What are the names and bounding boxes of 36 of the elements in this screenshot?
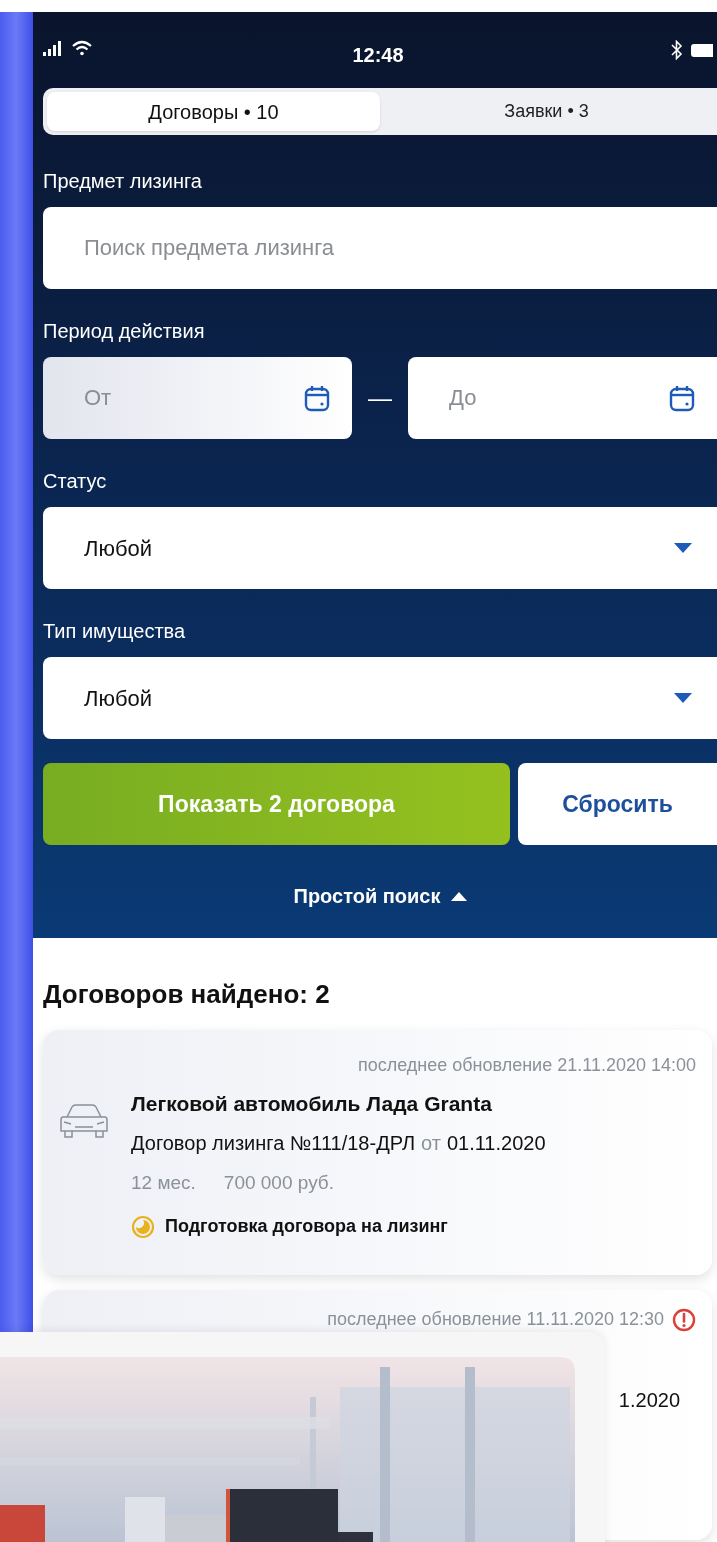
field-label: Статус xyxy=(43,469,108,493)
vehicle-title: Легковой автомобиль Лада Granta xyxy=(131,1091,493,1117)
tab[interactable]: Договоры • 10 xyxy=(47,92,380,131)
pending-status-icon xyxy=(131,1214,155,1239)
lease-term: 12 мес. xyxy=(131,1171,196,1195)
reset-button[interactable]: Сбросить xyxy=(518,763,717,845)
last-update-text: последнее обновление 21.11.2020 14:00 xyxy=(357,1054,696,1077)
field-label: Период действия xyxy=(43,319,206,343)
calendar-icon xyxy=(304,384,330,412)
dropdown-caret-icon xyxy=(673,542,693,554)
results-title: Договоров найдено: 2 xyxy=(43,978,331,1010)
wifi-icon xyxy=(71,40,93,56)
contract-date: 1.2020 xyxy=(618,1388,680,1413)
lease-amount: 700 000 руб. xyxy=(223,1171,334,1195)
status-time: 12:48 xyxy=(352,43,404,68)
contract-date: 01.11.2020 xyxy=(446,1131,546,1155)
last-update-text: последнее обновление 11.11.2020 12:30 xyxy=(327,1308,664,1331)
contract-number: Договор лизинга №111/18-ДРЛ xyxy=(131,1131,416,1155)
dropdown-caret-icon xyxy=(673,692,693,704)
battery-icon xyxy=(691,43,713,57)
contract-card[interactable]: последнее обновление 21.11.2020 14:00 Легковой автомобиль Лада Granta Договор лизинга №111/18-ДРЛ от 01.11.2020 12 мес. 700 000 руб. Подготовка договора на лизинг xyxy=(43,1030,712,1275)
contract-status: Подготовка договора на лизинг xyxy=(165,1215,448,1238)
date-from-field[interactable]: От xyxy=(43,357,352,439)
tab[interactable]: Заявки • 3 xyxy=(380,92,713,131)
field-label: Предмет лизинга xyxy=(43,169,203,193)
car-icon xyxy=(59,1101,109,1141)
dropdown-select[interactable]: Любой xyxy=(43,657,717,739)
date-to-field[interactable]: До xyxy=(408,357,717,439)
date-prefix: от xyxy=(421,1131,441,1155)
range-separator: — xyxy=(367,383,393,413)
bluetooth-icon xyxy=(671,40,683,60)
search-field[interactable]: Поиск предмета лизинга xyxy=(43,207,717,289)
dropdown-select[interactable]: Любой xyxy=(43,507,717,589)
field-label: Тип имущества xyxy=(43,619,187,643)
simple-search-toggle[interactable]: Простой поиск xyxy=(293,881,467,911)
calendar-icon xyxy=(669,384,695,412)
